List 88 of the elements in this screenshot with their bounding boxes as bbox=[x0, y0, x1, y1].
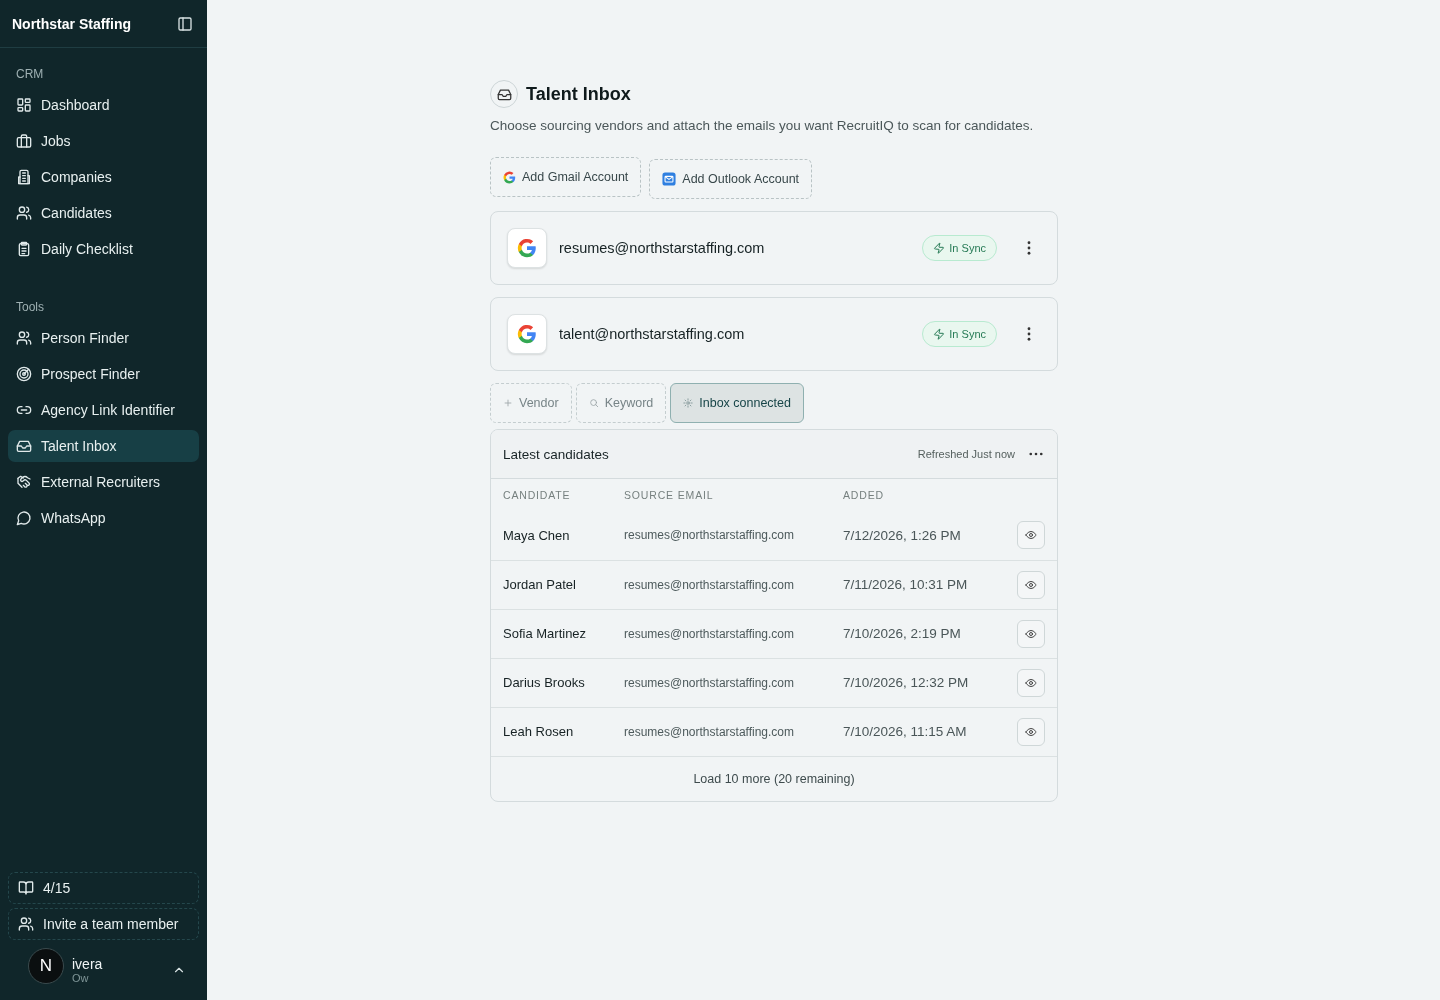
sidebar-item[interactable]: Dashboard bbox=[8, 89, 199, 121]
clipboard-icon bbox=[16, 241, 32, 257]
gear-icon bbox=[683, 398, 694, 408]
plus-icon bbox=[503, 398, 513, 408]
inbox-icon bbox=[16, 438, 32, 454]
users-icon bbox=[16, 205, 32, 221]
lightning-icon bbox=[933, 242, 946, 254]
avatar-badge[interactable]: N bbox=[28, 948, 64, 984]
sync-status-badge: In Sync bbox=[922, 235, 997, 261]
candidate-name: Darius Brooks bbox=[491, 658, 612, 707]
candidate-name: Leah Rosen bbox=[491, 707, 612, 756]
sidebar-item[interactable]: Talent Inbox bbox=[8, 430, 199, 462]
grid-icon bbox=[16, 97, 32, 113]
book-icon bbox=[18, 880, 34, 896]
column-header: ADDED bbox=[842, 488, 885, 503]
view-button[interactable] bbox=[1017, 521, 1045, 550]
sidebar-item[interactable]: Person Finder bbox=[8, 322, 199, 354]
added-date: 7/10/2026, 11:15 AM bbox=[831, 707, 999, 756]
refresh-status: Refreshed Just now bbox=[917, 448, 1015, 460]
page-title: Talent Inbox bbox=[526, 83, 631, 105]
added-date: 7/10/2026, 2:19 PM bbox=[831, 609, 999, 658]
added-date: 7/12/2026, 1:26 PM bbox=[831, 511, 999, 560]
filter-chip[interactable]: Inbox connected bbox=[670, 383, 804, 423]
user-role: Ow bbox=[72, 972, 90, 984]
lightning-icon bbox=[933, 328, 946, 340]
added-date: 7/10/2026, 12:32 PM bbox=[831, 658, 999, 707]
eye-icon bbox=[1025, 627, 1037, 640]
eye-icon bbox=[1025, 578, 1037, 591]
sidebar-item[interactable]: Agency Link Identifier bbox=[8, 394, 199, 426]
search-icon bbox=[588, 398, 599, 408]
section-label: CRM bbox=[15, 67, 45, 83]
sidebar-item[interactable]: WhatsApp bbox=[8, 502, 199, 534]
account-email: talent@northstarstaffing.com bbox=[559, 326, 746, 342]
eye-icon bbox=[1025, 725, 1037, 738]
source-email: resumes@northstarstaffing.com bbox=[612, 609, 831, 658]
view-button[interactable] bbox=[1017, 668, 1045, 697]
source-email: resumes@northstarstaffing.com bbox=[612, 707, 831, 756]
filter-chip[interactable]: Keyword bbox=[575, 383, 667, 423]
source-email: resumes@northstarstaffing.com bbox=[612, 511, 831, 560]
sidebar-item[interactable]: Companies bbox=[8, 161, 199, 193]
inbox-icon bbox=[496, 86, 512, 102]
candidate-name: Maya Chen bbox=[491, 511, 612, 560]
sidebar-item[interactable]: Jobs bbox=[8, 125, 199, 157]
google-logo-icon bbox=[517, 238, 537, 258]
brand-name: Northstar Staffing bbox=[12, 15, 131, 32]
handshake-icon bbox=[16, 474, 32, 490]
sidebar-item[interactable]: Daily Checklist bbox=[8, 233, 199, 265]
users-icon bbox=[16, 330, 32, 346]
eye-icon bbox=[1025, 676, 1037, 689]
horizontal-dots-icon bbox=[1029, 452, 1043, 456]
user-name: ivera bbox=[72, 956, 103, 972]
sidebar-item[interactable]: External Recruiters bbox=[8, 466, 199, 498]
building-icon bbox=[16, 169, 32, 185]
google-logo-icon bbox=[517, 324, 537, 344]
radar-icon bbox=[16, 366, 32, 382]
view-button[interactable] bbox=[1017, 570, 1045, 599]
users-icon bbox=[18, 916, 34, 932]
guide-progress-button[interactable]: 4/15 bbox=[8, 872, 199, 904]
filter-chip[interactable]: Vendor bbox=[490, 383, 572, 423]
source-email: resumes@northstarstaffing.com bbox=[612, 658, 831, 707]
column-header: CANDIDATE bbox=[502, 488, 572, 503]
account-email: resumes@northstarstaffing.com bbox=[559, 240, 766, 256]
panel-icon bbox=[177, 15, 193, 32]
add-outlook-button[interactable]: Add Outlook Account bbox=[649, 159, 813, 199]
briefcase-icon bbox=[16, 133, 32, 149]
column-header: SOURCE EMAIL bbox=[623, 488, 715, 503]
vertical-dots-icon bbox=[1027, 327, 1031, 341]
section-label: Tools bbox=[15, 300, 45, 316]
source-email: resumes@northstarstaffing.com bbox=[612, 560, 831, 609]
card-title: Latest candidates bbox=[503, 446, 610, 462]
candidate-name: Sofia Martinez bbox=[491, 609, 612, 658]
added-date: 7/11/2026, 10:31 PM bbox=[831, 560, 999, 609]
chat-bubble-icon bbox=[16, 510, 32, 526]
vertical-dots-icon bbox=[1027, 241, 1031, 255]
sync-status-badge: In Sync bbox=[922, 321, 997, 347]
add-gmail-button[interactable]: Add Gmail Account bbox=[490, 157, 642, 197]
mail-icon bbox=[662, 172, 677, 186]
google-logo-icon bbox=[503, 170, 516, 184]
candidate-name: Jordan Patel bbox=[491, 560, 612, 609]
more-options-button[interactable] bbox=[1027, 450, 1045, 458]
view-button[interactable] bbox=[1017, 717, 1045, 746]
sidebar-item[interactable]: Candidates bbox=[8, 197, 199, 229]
page-description: Choose sourcing vendors and attach the emails you want RecruitIQ to scan for candidates. bbox=[490, 118, 1035, 133]
eye-icon bbox=[1025, 529, 1037, 542]
invite-button[interactable]: Invite a team member bbox=[8, 908, 199, 940]
sidebar-item[interactable]: Prospect Finder bbox=[8, 358, 199, 390]
load-more-button[interactable]: Load 10 more (20 remaining) bbox=[687, 770, 861, 787]
view-button[interactable] bbox=[1017, 619, 1045, 648]
